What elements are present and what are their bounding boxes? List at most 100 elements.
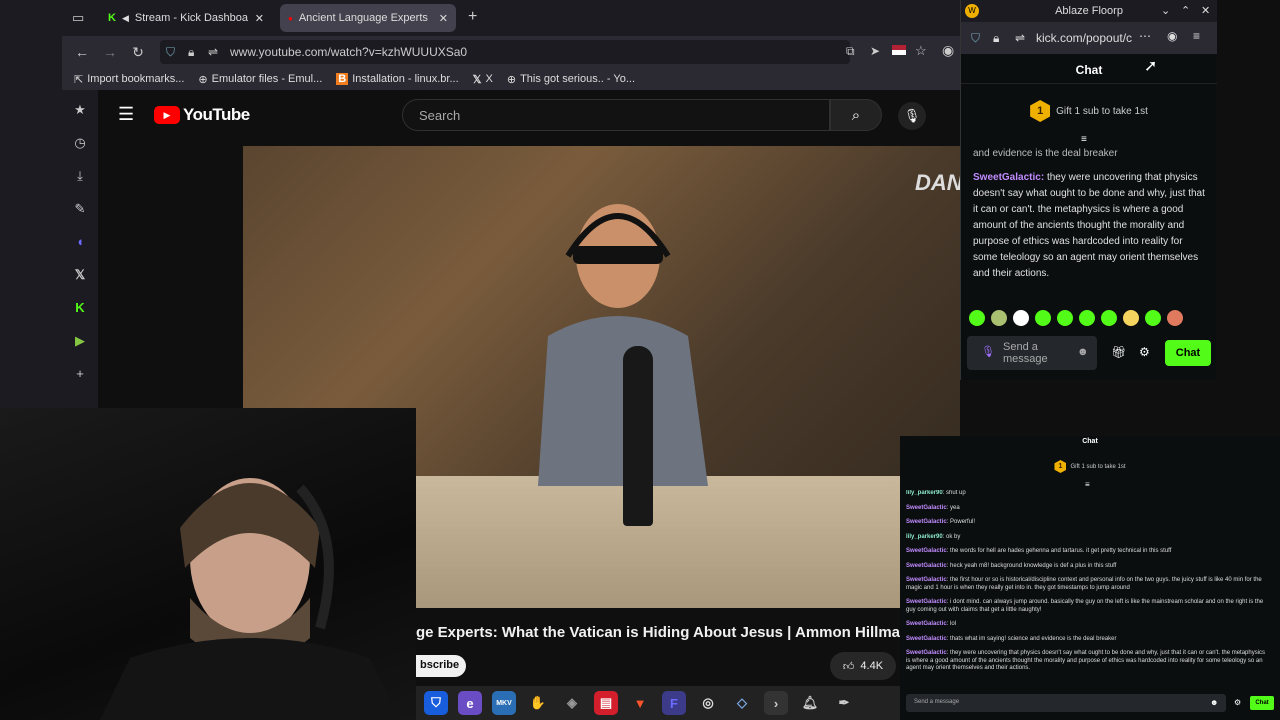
chat-username[interactable]: SweetGalactic [906,548,947,554]
chat-username[interactable]: SweetGalactic [906,650,947,656]
subscribe-button[interactable]: bscribe [416,655,466,677]
chat-username[interactable]: lily_parker90 [906,490,943,496]
emote-icon[interactable] [969,310,985,326]
star-icon[interactable]: ★ [72,102,88,118]
bookmark-import[interactable]: ⇱ Import bookmarks... [74,73,184,86]
chevron-down-icon[interactable]: ⌄ [1161,0,1170,22]
like-button[interactable]: 👍︎ 4.4K [830,652,896,680]
floorp-icon[interactable]: ◖ [72,234,88,250]
settings-gear-icon[interactable]: ⚙ [1234,698,1241,707]
gift-sub-banner[interactable]: 1 Gift 1 sub to take 1st [961,96,1217,126]
pinned-collapse-icon[interactable]: ≡ [1081,134,1087,145]
chat-text: the first hour or so is historical/disci… [906,577,1262,591]
screenshot-icon[interactable]: ⧉ [846,44,855,59]
pdf-icon[interactable]: ▤ [594,691,618,715]
tab-kick-dashboard[interactable]: K ◀ Stream - Kick Dashboa ✕ [100,4,272,32]
pinned-collapse-icon[interactable]: ≡ [1085,480,1090,489]
stream-chat-overlay: Chat 1 Gift 1 sub to take 1st ≡ lily_par… [900,436,1280,720]
floorp-icon[interactable]: F [662,691,686,715]
bookmark-emulator[interactable]: ⊕ Emulator files - Emul... [198,73,322,86]
emote-icon[interactable] [991,310,1007,326]
search-button[interactable]: ⌕ [830,99,882,131]
globe-icon: ⊕ [198,73,208,86]
chat-username[interactable]: SweetGalactic [906,636,947,642]
chat-message-input[interactable]: Send a message [906,694,1226,712]
chat-username[interactable]: SweetGalactic [906,599,947,605]
menu-icon[interactable]: ☰ [118,104,134,125]
chat-username[interactable]: SweetGalactic [906,519,947,525]
layers-icon[interactable]: ◇ [730,691,754,715]
maximize-icon[interactable]: ⌃ [1181,0,1190,22]
mic-icon: 🎙︎ [981,346,995,358]
emote-icon[interactable] [1057,310,1073,326]
tab-list-icon[interactable]: ▭ [72,10,84,26]
chat-header: Chat [961,56,1217,84]
archive-icon[interactable]: ◈ [560,691,584,715]
emoji-icon[interactable]: ☻ [1077,346,1089,358]
bitwarden-icon[interactable]: ⛉ [424,691,448,715]
rumble-icon[interactable]: ▶ [72,333,88,349]
new-tab-icon[interactable]: + [468,8,477,26]
add-icon[interactable]: + [72,366,88,382]
chat-username[interactable]: SweetGalactic [906,505,947,511]
bell-icon[interactable]: 🔔︎ [798,691,822,715]
editor-icon[interactable]: e [458,691,482,715]
more-icon[interactable]: ⋯ [1139,29,1151,43]
star-icon[interactable]: ☆ [915,43,927,59]
bookmark-installation[interactable]: B Installation - linux.br... [336,73,459,85]
emote-icon[interactable] [1035,310,1051,326]
chat-username[interactable]: SweetGalactic [906,563,947,569]
back-icon[interactable]: ← [68,38,96,66]
hand-icon[interactable]: ✋ [526,691,550,715]
emote-icon[interactable] [1123,310,1139,326]
terminal-icon[interactable]: › [764,691,788,715]
reload-icon[interactable]: ↻ [124,38,152,66]
bookmark-label: X [485,73,493,85]
emote-icon[interactable] [1145,310,1161,326]
bookmark-youtube[interactable]: ⊕ This got serious.. - Yo... [507,73,635,86]
send-icon[interactable]: ➤ [870,44,880,58]
obs-icon[interactable]: ◎ [696,691,720,715]
forward-icon[interactable]: → [96,38,124,66]
close-icon[interactable]: ✕ [1201,0,1210,22]
settings-gear-icon[interactable]: ⚙ [1139,345,1150,359]
download-icon[interactable]: ⤓ [72,168,88,184]
emote-icon[interactable] [1101,310,1117,326]
pen-icon[interactable]: ✎ [72,201,88,217]
emoji-icon[interactable]: ☻ [1210,698,1218,707]
brave-icon[interactable]: ▼ [628,691,652,715]
account-icon[interactable]: ◉ [1167,29,1177,43]
mic-icon[interactable]: 🎙︎ [898,102,926,130]
hamburger-icon[interactable]: ≡ [1193,29,1200,43]
tab-youtube-video[interactable]: ● Ancient Language Experts ✕ [280,4,456,32]
emote-icon[interactable] [1167,310,1183,326]
gift-sub-banner[interactable]: 1 Gift 1 sub to take 1st [900,460,1280,473]
history-icon[interactable]: ◷ [72,135,88,151]
chat-username[interactable]: SweetGalactic [906,577,947,583]
chat-username[interactable]: lily_parker90 [906,534,943,540]
url-bar[interactable]: ⛉ 🔒︎ ⇌ www.youtube.com/watch?v=kzhWUUUXS… [160,40,850,64]
mkv-icon[interactable]: MKV [492,691,516,715]
pen-tool-icon[interactable]: ✒ [832,691,856,715]
x-icon[interactable]: 𝕏 [72,267,88,283]
chat-message: SweetGalactic: the first hour or so is h… [906,577,1270,592]
close-tab-icon[interactable]: ✕ [439,12,448,25]
gift-icon[interactable]: 🎁︎ [1111,345,1126,359]
popout-url-bar[interactable]: ⛉ 🔒︎ ⇌ kick.com/popout/c ⋯ ◉ ≡ [961,22,1217,54]
bookmark-label: Import bookmarks... [87,73,185,85]
emote-icon[interactable] [1013,310,1029,326]
emote-icon[interactable] [1079,310,1095,326]
chat-message-input[interactable]: 🎙︎ Send a message ☻ [967,336,1097,370]
chat-username[interactable]: SweetGalactic: [973,172,1044,183]
close-tab-icon[interactable]: ✕ [255,12,264,25]
youtube-logo[interactable]: ▶ YouTube [154,105,250,125]
tab-label: Stream - Kick Dashboa [134,12,248,24]
chat-username[interactable]: SweetGalactic [906,621,947,627]
flag-icon[interactable] [892,45,906,55]
bookmark-x[interactable]: 𝕏X [473,73,493,86]
chat-send-button[interactable]: Chat [1165,340,1211,366]
chat-send-button[interactable]: Chat [1250,696,1274,710]
kick-icon[interactable]: K [72,300,88,316]
account-icon[interactable]: ◉ [942,42,954,59]
search-input[interactable]: Search [402,99,830,131]
